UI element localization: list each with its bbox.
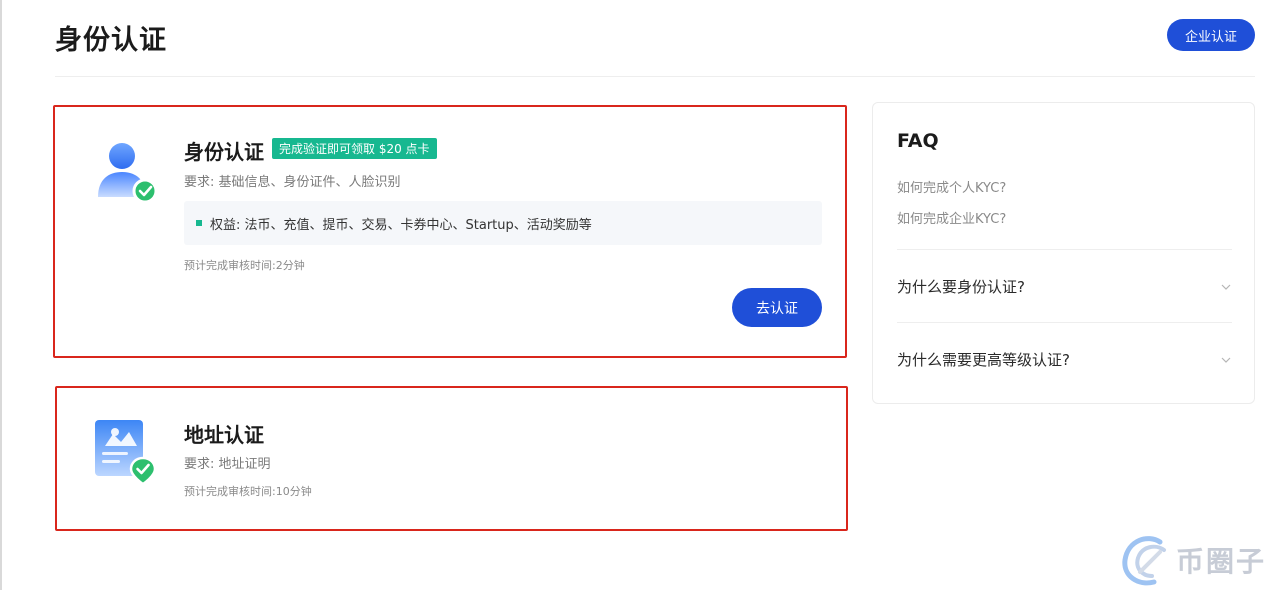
faq-link-enterprise-kyc[interactable]: 如何完成企业KYC? <box>897 208 1006 227</box>
faq-question-higher-level[interactable]: 为什么需要更高等级认证? <box>897 349 1232 370</box>
left-edge-rule <box>0 0 2 590</box>
faq-question-text: 为什么需要更高等级认证? <box>897 351 1070 369</box>
benefits-text: 权益: 法币、充值、提币、交易、卡券中心、Startup、活动奖励等 <box>210 217 592 233</box>
identity-verification-card: 身份认证 完成验证即可领取 $20 点卡 要求: 基础信息、身份证件、人脸识别 … <box>53 105 847 358</box>
chevron-down-icon <box>1221 284 1231 290</box>
faq-title: FAQ <box>897 130 939 152</box>
page-title: 身份认证 <box>55 25 167 56</box>
benefit-bullet-icon <box>196 220 202 226</box>
chevron-down-icon <box>1221 357 1231 363</box>
address-document-verified-icon <box>95 420 157 484</box>
watermark-text: 币圈子 <box>1176 545 1267 578</box>
address-verification-card[interactable]: 地址认证 要求: 地址证明 预计完成审核时间:10分钟 <box>55 386 848 531</box>
enterprise-verification-button[interactable]: 企业认证 <box>1167 19 1255 51</box>
address-card-title: 地址认证 <box>184 423 264 447</box>
faq-question-why-verify[interactable]: 为什么要身份认证? <box>897 276 1232 297</box>
identity-estimated-time: 预计完成审核时间:2分钟 <box>184 259 305 272</box>
promo-badge: 完成验证即可领取 $20 点卡 <box>272 138 437 159</box>
watermark-logo-icon <box>1122 536 1166 586</box>
identity-card-title: 身份认证 <box>184 140 264 164</box>
header-divider <box>55 76 1255 77</box>
identity-requirements: 要求: 基础信息、身份证件、人脸识别 <box>184 175 401 190</box>
benefits-box: 权益: 法币、充值、提币、交易、卡券中心、Startup、活动奖励等 <box>184 201 822 245</box>
faq-question-text: 为什么要身份认证? <box>897 278 1025 296</box>
faq-divider <box>897 249 1232 250</box>
start-verification-button[interactable]: 去认证 <box>732 288 822 327</box>
faq-divider <box>897 322 1232 323</box>
watermark: 币圈子 <box>1120 530 1270 590</box>
address-estimated-time: 预计完成审核时间:10分钟 <box>184 485 312 498</box>
user-verified-icon <box>98 143 157 204</box>
faq-panel: FAQ 如何完成个人KYC? 如何完成企业KYC? 为什么要身份认证? 为什么需… <box>872 102 1255 404</box>
faq-link-personal-kyc[interactable]: 如何完成个人KYC? <box>897 177 1006 196</box>
address-requirements: 要求: 地址证明 <box>184 457 271 472</box>
